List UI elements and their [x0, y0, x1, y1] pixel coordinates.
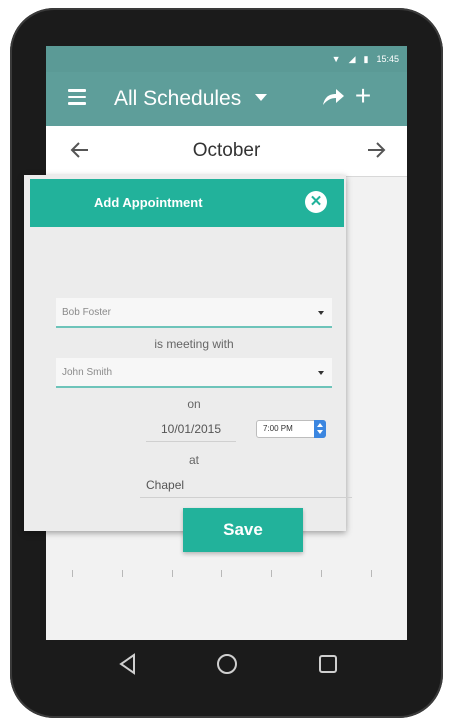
month-title: October — [192, 140, 261, 161]
location-input[interactable]: Chapel — [140, 473, 352, 498]
battery-icon: ▮ — [363, 53, 369, 64]
close-icon[interactable]: ✕ — [305, 191, 327, 213]
month-navigation: October — [46, 126, 407, 177]
time-spinner-icon[interactable] — [314, 420, 326, 438]
organizer-select[interactable]: Bob Foster — [56, 298, 332, 328]
wifi-icon: ▼ — [331, 53, 341, 64]
chevron-down-icon — [318, 371, 324, 375]
location-value: Chapel — [146, 478, 185, 492]
connector-on: on — [187, 397, 201, 411]
recents-icon[interactable] — [316, 652, 340, 676]
calendar-day-ticks — [72, 570, 372, 580]
time-value: 7:00 PM — [263, 424, 293, 433]
home-icon[interactable] — [215, 652, 239, 676]
save-button[interactable]: Save — [183, 508, 303, 552]
share-arrow-icon[interactable] — [320, 85, 346, 109]
plus-icon[interactable]: + — [352, 82, 374, 110]
signal-icon: ◢ — [348, 53, 356, 64]
schedule-selector[interactable]: All Schedules — [114, 87, 241, 111]
date-input[interactable]: 10/01/2015 — [146, 417, 236, 442]
back-icon[interactable] — [116, 652, 140, 676]
app-bar: All Schedules + — [46, 72, 407, 126]
arrow-right-icon[interactable] — [364, 138, 388, 162]
time-select[interactable]: 7:00 PM — [256, 420, 326, 438]
status-time: 15:45 — [376, 54, 399, 64]
hamburger-menu-icon[interactable] — [68, 89, 86, 105]
organizer-value: Bob Foster — [62, 307, 111, 318]
android-nav-bar — [46, 640, 407, 686]
attendee-value: John Smith — [62, 367, 113, 378]
dialog-header: Add Appointment ✕ — [30, 179, 344, 227]
dialog-title: Add Appointment — [94, 195, 203, 210]
dropdown-caret-icon[interactable] — [255, 94, 267, 101]
chevron-down-icon — [318, 311, 324, 315]
status-bar: ▼ ◢ ▮ 15:45 — [46, 46, 407, 72]
connector-meeting-with: is meeting with — [154, 337, 234, 351]
connector-at: at — [188, 453, 199, 467]
attendee-select[interactable]: John Smith — [56, 358, 332, 388]
